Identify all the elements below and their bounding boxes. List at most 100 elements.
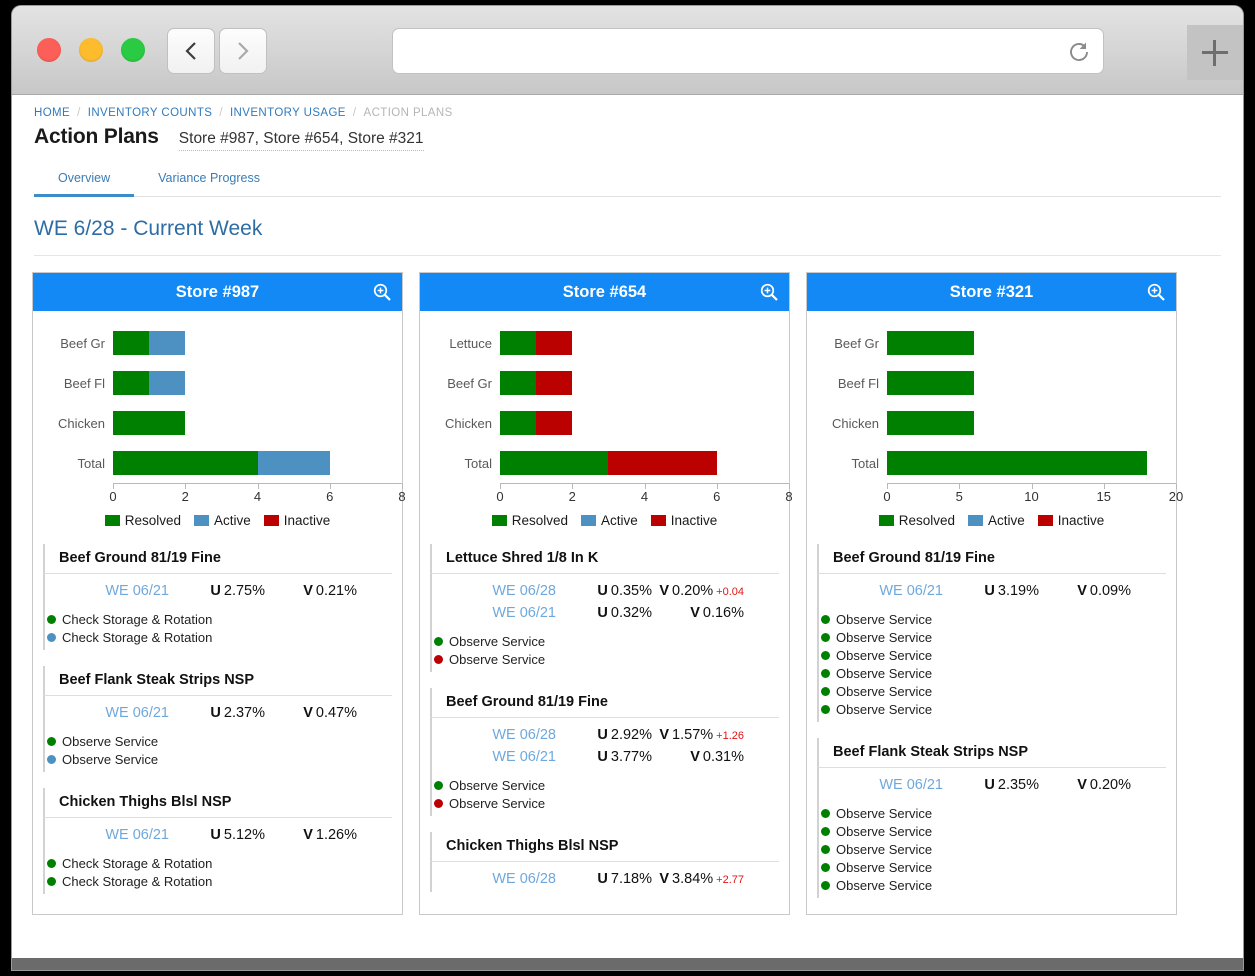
action-item[interactable]: Observe Service [821, 682, 1166, 700]
action-item[interactable]: Observe Service [434, 632, 779, 650]
bar-segment-resolved[interactable] [500, 371, 536, 395]
action-item[interactable]: Check Storage & Rotation [47, 854, 392, 872]
magnifier-plus-icon[interactable] [372, 282, 392, 307]
card-chart: Beef GrBeef FlChickenTotal02468ResolvedA… [33, 311, 402, 544]
week-ending-label[interactable]: WE 06/21 [45, 583, 169, 599]
store-selector[interactable]: Store #987, Store #654, Store #321 [179, 130, 424, 151]
minimize-window-button[interactable] [79, 38, 103, 62]
magnifier-plus-icon[interactable] [1146, 282, 1166, 307]
close-window-button[interactable] [37, 38, 61, 62]
bar-segment-resolved[interactable] [113, 411, 185, 435]
week-ending-label[interactable]: WE 06/28 [432, 871, 556, 887]
legend-item-active[interactable]: Active [968, 513, 1025, 528]
stacked-bar[interactable] [887, 451, 1147, 475]
legend-item-active[interactable]: Active [581, 513, 638, 528]
usage-metric: U5.12% [169, 827, 265, 843]
stacked-bar[interactable] [500, 331, 572, 355]
stacked-bar[interactable] [113, 411, 185, 435]
bar-segment-active[interactable] [258, 451, 330, 475]
address-bar[interactable] [392, 28, 1104, 74]
action-item[interactable]: Check Storage & Rotation [47, 872, 392, 890]
action-item[interactable]: Observe Service [821, 804, 1166, 822]
action-item[interactable]: Check Storage & Rotation [47, 610, 392, 628]
new-tab-button[interactable] [1187, 25, 1243, 80]
breadcrumb-item-home[interactable]: HOME [34, 107, 70, 119]
bar-segment-resolved[interactable] [113, 331, 149, 355]
tab-bar: OverviewVariance Progress [34, 165, 1221, 197]
bar-segment-resolved[interactable] [113, 371, 149, 395]
breadcrumb-separator: / [353, 107, 357, 119]
action-item[interactable]: Observe Service [821, 840, 1166, 858]
stacked-bar[interactable] [500, 371, 572, 395]
stacked-bar[interactable] [887, 411, 974, 435]
axis-tick-label: 0 [883, 489, 890, 504]
action-item[interactable]: Observe Service [821, 664, 1166, 682]
chart-category-label: Beef Gr [817, 336, 887, 351]
action-item[interactable]: Observe Service [47, 750, 392, 768]
legend-item-resolved[interactable]: Resolved [879, 513, 955, 528]
week-ending-label[interactable]: WE 06/21 [432, 749, 556, 765]
legend-item-active[interactable]: Active [194, 513, 251, 528]
action-item[interactable]: Observe Service [821, 822, 1166, 840]
legend-item-inactive[interactable]: Inactive [264, 513, 331, 528]
metric-row: WE 06/21U0.32%V0.16% [432, 602, 779, 624]
stacked-bar[interactable] [500, 451, 717, 475]
week-ending-label[interactable]: WE 06/21 [432, 605, 556, 621]
bar-segment-resolved[interactable] [113, 451, 258, 475]
bar-segment-resolved[interactable] [500, 411, 536, 435]
bar-segment-inactive[interactable] [608, 451, 716, 475]
breadcrumb-item-inventory-counts[interactable]: INVENTORY COUNTS [88, 107, 213, 119]
bottom-scrollbar[interactable] [12, 958, 1243, 970]
bar-segment-inactive[interactable] [536, 371, 572, 395]
week-ending-label[interactable]: WE 06/28 [432, 583, 556, 599]
bar-segment-resolved[interactable] [887, 411, 974, 435]
action-label: Observe Service [62, 752, 158, 767]
magnifier-plus-icon[interactable] [759, 282, 779, 307]
tab-variance-progress[interactable]: Variance Progress [134, 165, 284, 197]
week-ending-label[interactable]: WE 06/21 [45, 827, 169, 843]
chart-category-label: Total [43, 456, 113, 471]
action-item[interactable]: Observe Service [821, 858, 1166, 876]
bar-segment-active[interactable] [149, 331, 185, 355]
card-header: Store #321 [807, 273, 1176, 311]
stacked-bar[interactable] [500, 411, 572, 435]
action-item[interactable]: Observe Service [821, 876, 1166, 894]
reload-icon[interactable] [1067, 40, 1091, 69]
week-ending-label[interactable]: WE 06/21 [45, 705, 169, 721]
week-ending-label[interactable]: WE 06/21 [819, 777, 943, 793]
stacked-bar[interactable] [113, 331, 185, 355]
forward-button[interactable] [219, 28, 267, 74]
breadcrumb-item-inventory-usage[interactable]: INVENTORY USAGE [230, 107, 346, 119]
action-item[interactable]: Observe Service [434, 650, 779, 668]
stacked-bar[interactable] [113, 451, 330, 475]
legend-item-inactive[interactable]: Inactive [1038, 513, 1105, 528]
action-item[interactable]: Observe Service [47, 732, 392, 750]
tab-overview[interactable]: Overview [34, 165, 134, 197]
action-item[interactable]: Observe Service [821, 628, 1166, 646]
legend-item-resolved[interactable]: Resolved [492, 513, 568, 528]
maximize-window-button[interactable] [121, 38, 145, 62]
action-item[interactable]: Observe Service [434, 776, 779, 794]
stacked-bar[interactable] [887, 371, 974, 395]
stacked-bar[interactable] [113, 371, 185, 395]
action-item[interactable]: Observe Service [821, 700, 1166, 718]
bar-segment-inactive[interactable] [536, 331, 572, 355]
bar-segment-resolved[interactable] [500, 451, 608, 475]
bar-segment-resolved[interactable] [500, 331, 536, 355]
bar-segment-resolved[interactable] [887, 371, 974, 395]
week-ending-label[interactable]: WE 06/28 [432, 727, 556, 743]
bar-segment-active[interactable] [149, 371, 185, 395]
action-item[interactable]: Observe Service [821, 646, 1166, 664]
back-button[interactable] [167, 28, 215, 74]
legend-item-resolved[interactable]: Resolved [105, 513, 181, 528]
week-ending-label[interactable]: WE 06/21 [819, 583, 943, 599]
chart-track [500, 403, 779, 443]
stacked-bar[interactable] [887, 331, 974, 355]
bar-segment-resolved[interactable] [887, 331, 974, 355]
legend-item-inactive[interactable]: Inactive [651, 513, 718, 528]
action-item[interactable]: Observe Service [821, 610, 1166, 628]
bar-segment-inactive[interactable] [536, 411, 572, 435]
bar-segment-resolved[interactable] [887, 451, 1147, 475]
action-item[interactable]: Observe Service [434, 794, 779, 812]
action-item[interactable]: Check Storage & Rotation [47, 628, 392, 646]
